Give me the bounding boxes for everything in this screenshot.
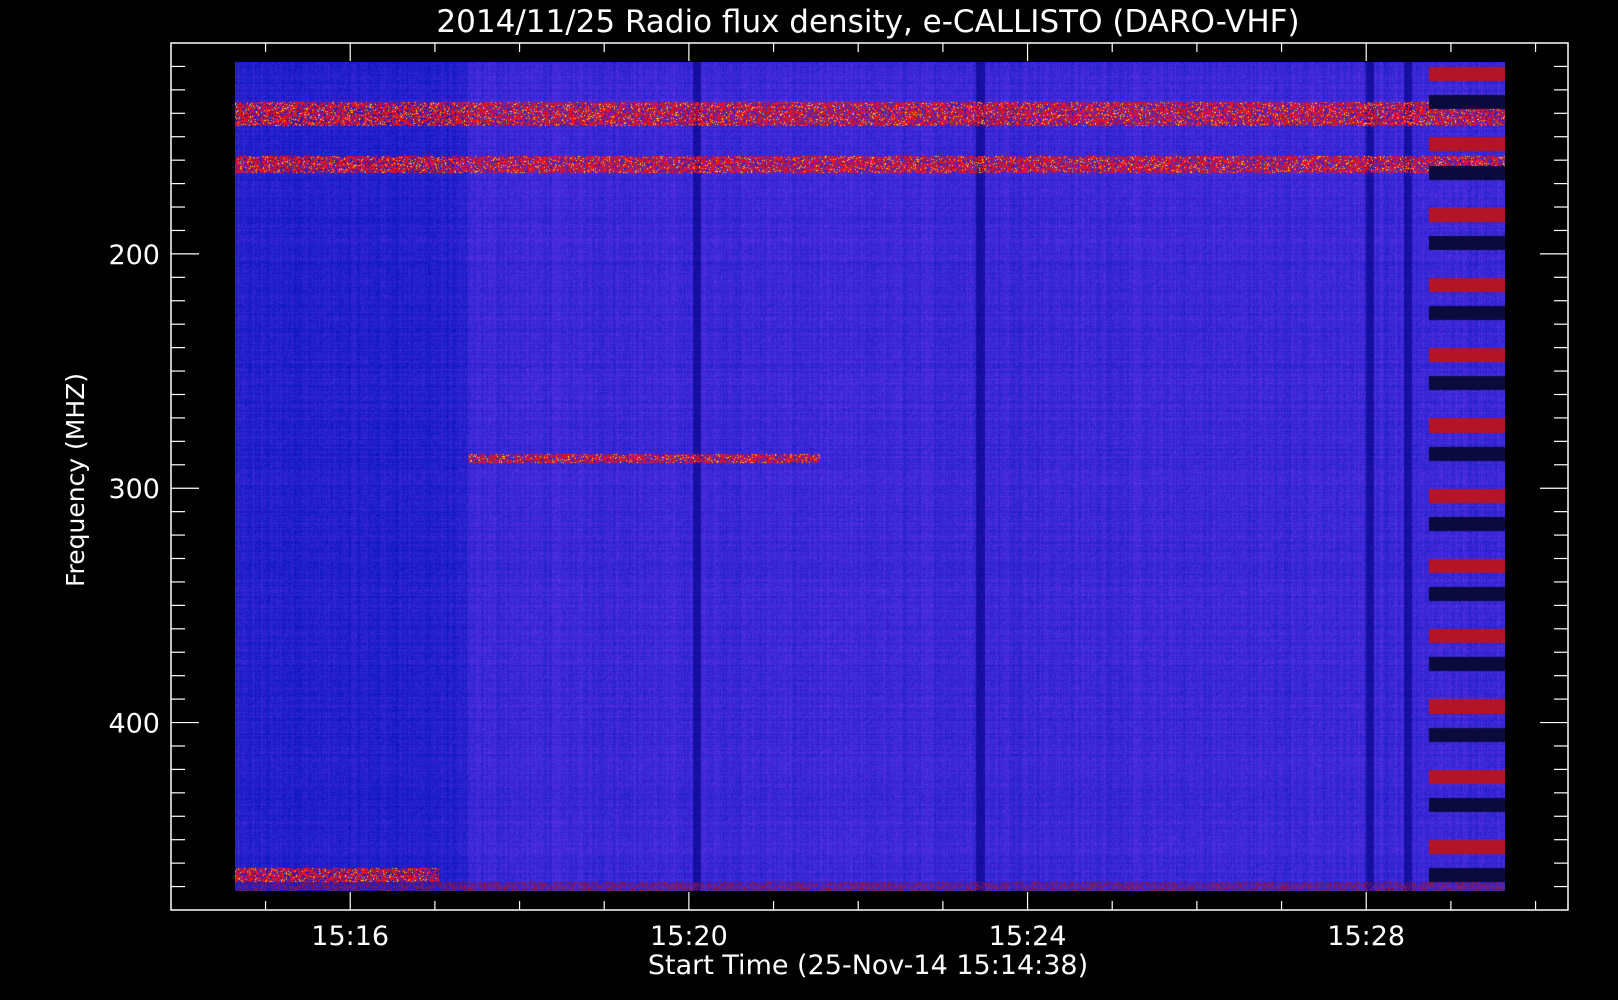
- y-tick-label: 200: [108, 240, 160, 271]
- y-tick-label: 300: [108, 474, 160, 505]
- x-tick-label: 15:28: [1327, 921, 1405, 952]
- x-tick-label: 15:16: [311, 921, 389, 952]
- spectrogram-image: [235, 62, 1505, 891]
- x-axis-label: Start Time (25-Nov-14 15:14:38): [648, 950, 1088, 981]
- spectrogram-chart: 2014/11/25 Radio flux density, e-CALLIST…: [0, 0, 1618, 1000]
- x-tick-label: 15:24: [989, 921, 1067, 952]
- x-tick-label: 15:20: [650, 921, 728, 952]
- heatmap-layer: [235, 62, 1505, 891]
- y-axis-label: Frequency (MHZ): [61, 373, 90, 587]
- chart-title: 2014/11/25 Radio flux density, e-CALLIST…: [436, 4, 1299, 40]
- y-tick-label: 400: [108, 709, 160, 740]
